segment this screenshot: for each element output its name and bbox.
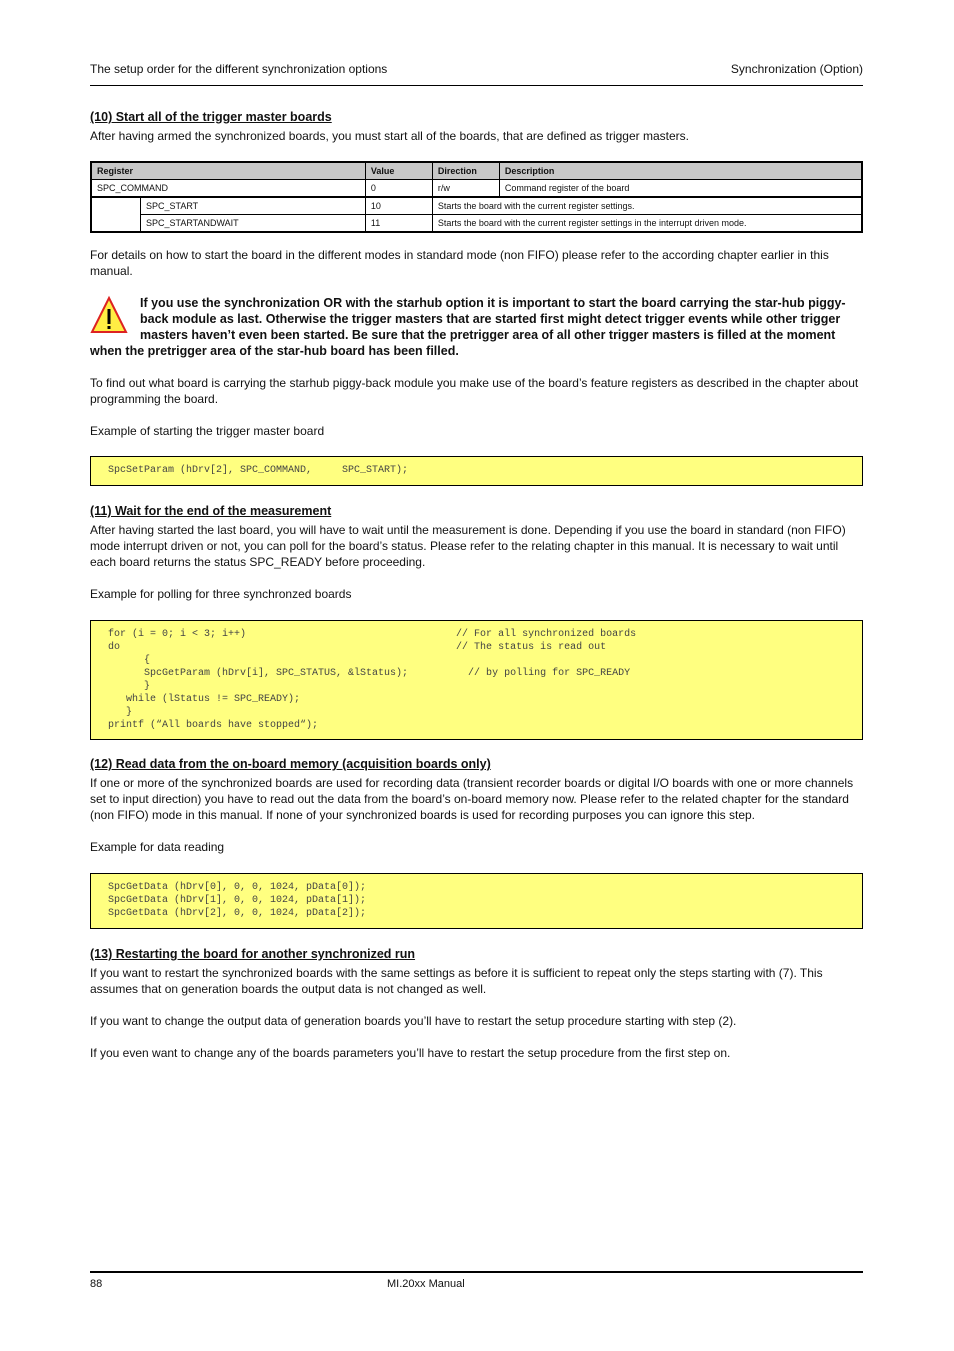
warning-box: If you use the synchronization OR with t… [90,295,863,359]
find-out-paragraph: To find out what board is carrying the s… [90,376,859,406]
section-10-more: To find out what board is carrying the s… [90,375,863,439]
register-description: Command register of the board [498,179,863,198]
col-direction: Direction [431,161,500,180]
code-example-data-reading: SpcGetData (hDrv[0], 0, 0, 1024, pData[0… [90,873,863,929]
code-text: SpcSetParam (hDrv[2], SPC_COMMAND, SPC_S… [108,465,409,476]
example-label: Example for polling for three synchronze… [90,587,352,601]
manual-title: MI.20xx Manual [387,1278,465,1290]
section-13-paragraph-3: If you even want to change any of the bo… [90,1046,731,1060]
code-text: SpcGetData (hDrv[0], 0, 0, 1024, pData[0… [108,882,367,919]
example-label: Example for data reading [90,840,225,854]
register-name: SPC_STARTANDWAIT [140,214,366,233]
section-10-heading: (10) Start all of the trigger master boa… [90,110,332,124]
col-value: Value [364,161,433,180]
indent-spacer [91,214,141,232]
section-10-intro: After having armed the synchronized boar… [90,129,689,143]
register-direction: r/w [431,179,500,198]
code-example-start: SpcSetParam (hDrv[2], SPC_COMMAND, SPC_S… [90,456,863,486]
register-table-header: Register Value Direction Description [90,161,863,180]
section-12: (12) Read data from the on-board memory … [90,756,863,855]
register-description: Starts the board with the current regist… [431,214,863,233]
section-11-intro: After having started the last board, you… [90,523,846,569]
warning-text: If you use the synchronization OR with t… [90,296,846,358]
warning-icon [90,295,128,333]
header-section-title: Synchronization (Option) [730,62,863,76]
section-13-heading: (13) Restarting the board for another sy… [90,947,416,961]
example-label: Example of starting the trigger master b… [90,424,325,438]
register-value: 0 [364,179,433,198]
header-chapter-title: The setup order for the different synchr… [90,62,388,76]
section-13-paragraph-1: If you want to restart the synchronized … [90,966,823,996]
section-12-heading: (12) Read data from the on-board memory … [90,757,491,771]
register-name: SPC_COMMAND [90,179,366,198]
col-register: Register [90,161,366,180]
section-13: (13) Restarting the board for another sy… [90,946,863,1061]
section-10-details: For details on how to start the board in… [90,247,863,279]
section-11: (11) Wait for the end of the measurement… [90,503,863,602]
register-value: 11 [364,214,433,233]
indent-spacer [91,197,141,215]
page-number: 88 [90,1278,103,1290]
footer-rule [90,1271,863,1273]
table-row: SPC_COMMAND 0 r/w Command register of th… [90,179,863,198]
details-paragraph: For details on how to start the board in… [90,248,829,278]
register-value: 10 [364,196,433,215]
running-header: The setup order for the different synchr… [90,62,863,76]
table-row: SPC_STARTANDWAIT 11 Starts the board wit… [91,214,863,233]
section-13-paragraph-2: If you want to change the output data of… [90,1014,737,1028]
register-description: Starts the board with the current regist… [431,196,863,215]
table-row: SPC_START 10 Starts the board with the c… [91,196,863,215]
col-description: Description [498,161,863,180]
header-rule [90,85,863,86]
register-table: Register Value Direction Description SPC… [90,161,863,233]
code-example-polling: for (i = 0; i < 3; i++) // For all synch… [90,620,863,740]
section-11-heading: (11) Wait for the end of the measurement [90,504,332,518]
section-10: (10) Start all of the trigger master boa… [90,109,863,144]
section-12-intro: If one or more of the synchronized board… [90,776,854,822]
code-text: for (i = 0; i < 3; i++) // For all synch… [108,629,637,731]
register-name: SPC_START [140,196,366,215]
